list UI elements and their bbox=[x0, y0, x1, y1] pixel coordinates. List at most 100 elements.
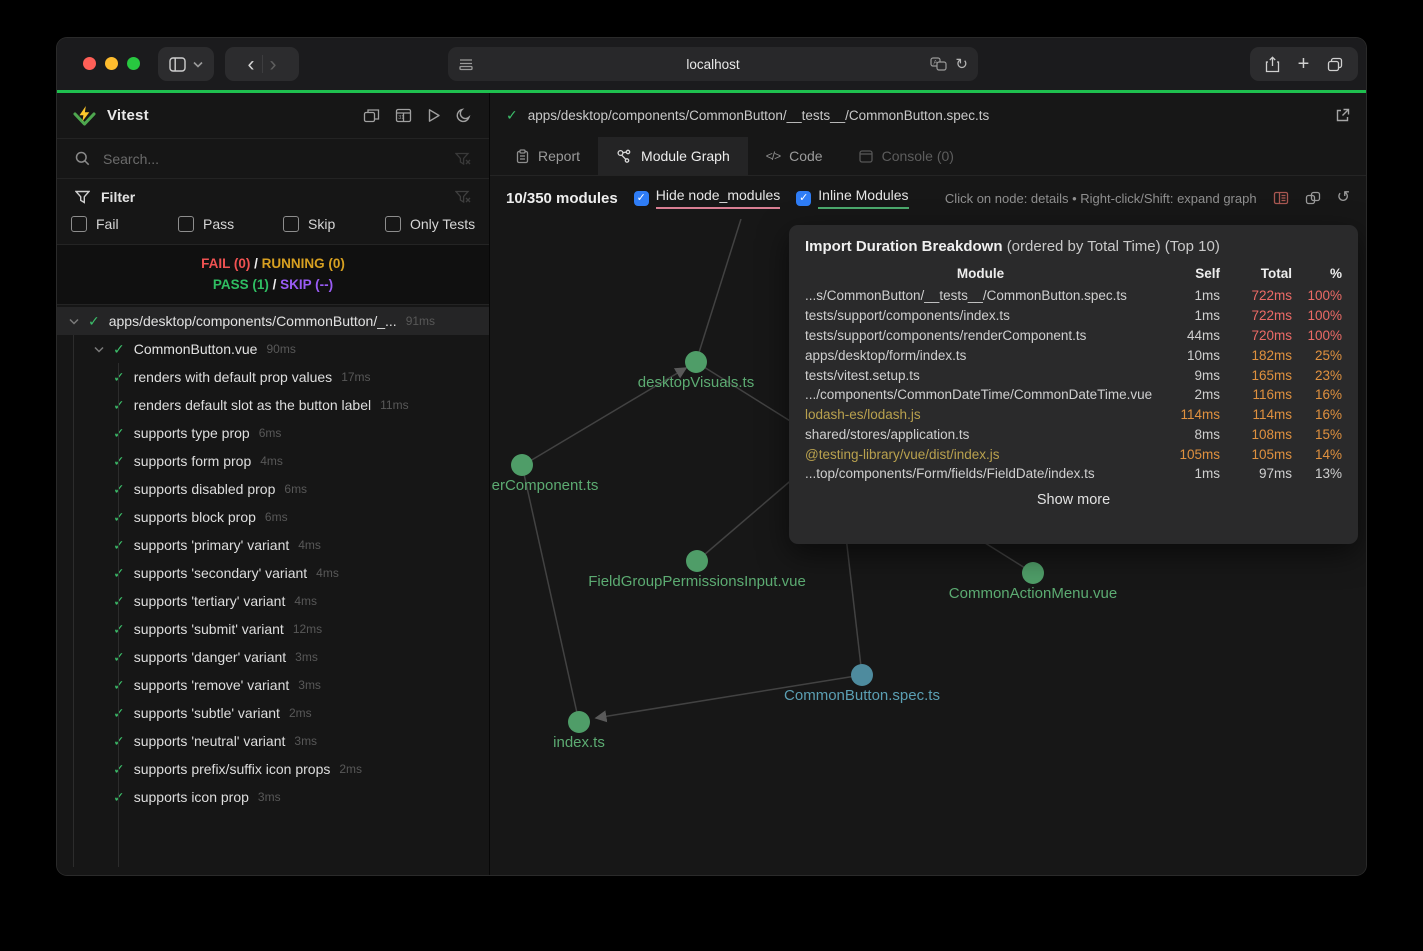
test-row[interactable]: ✓supports 'submit' variant12ms bbox=[57, 615, 489, 643]
module-node[interactable] bbox=[685, 351, 707, 373]
module-duration-row[interactable]: tests/support/components/renderComponent… bbox=[805, 326, 1342, 346]
test-row[interactable]: ✓supports block prop6ms bbox=[57, 503, 489, 531]
test-row[interactable]: ✓supports 'primary' variant4ms bbox=[57, 531, 489, 559]
checkbox-skip-box[interactable] bbox=[283, 216, 299, 232]
checkbox-checked-icon[interactable]: ✓ bbox=[796, 191, 811, 206]
expand-frames-icon[interactable] bbox=[1305, 191, 1321, 205]
checkbox-pass[interactable]: Pass bbox=[178, 216, 283, 232]
test-row[interactable]: ✓supports 'subtle' variant2ms bbox=[57, 699, 489, 727]
checkbox-only-tests[interactable]: Only Tests bbox=[385, 216, 475, 232]
module-node[interactable] bbox=[686, 550, 708, 572]
filter-checkbox-row: Fail Pass Skip Only Tests bbox=[57, 214, 489, 244]
back-button[interactable]: ‹ bbox=[248, 54, 255, 75]
checkbox-checked-icon[interactable]: ✓ bbox=[634, 191, 649, 206]
tab-console[interactable]: Console (0) bbox=[841, 137, 972, 175]
dashboard-icon[interactable]: 31 bbox=[395, 108, 412, 123]
test-row[interactable]: ✓supports icon prop3ms bbox=[57, 783, 489, 811]
module-duration-row[interactable]: .../components/CommonDateTime/CommonDate… bbox=[805, 385, 1342, 405]
test-row[interactable]: ✓renders default slot as the button labe… bbox=[57, 391, 489, 419]
tab-module-graph[interactable]: Module Graph bbox=[598, 137, 748, 175]
legend-icon[interactable] bbox=[1273, 191, 1289, 205]
forward-button[interactable]: › bbox=[270, 54, 277, 75]
module-graph-canvas[interactable]: desktopVisuals.tserComponent.tsFieldGrou… bbox=[490, 219, 1366, 875]
reload-icon[interactable]: ↻ bbox=[955, 55, 968, 73]
test-name: supports disabled prop bbox=[134, 481, 276, 497]
main-panel: ✓ apps/desktop/components/CommonButton/_… bbox=[490, 93, 1366, 875]
run-all-icon[interactable] bbox=[427, 108, 441, 123]
test-row[interactable]: ✓supports disabled prop6ms bbox=[57, 475, 489, 503]
test-row[interactable]: ✓supports 'remove' variant3ms bbox=[57, 671, 489, 699]
test-row[interactable]: ✓supports 'neutral' variant3ms bbox=[57, 727, 489, 755]
percent: 25% bbox=[1292, 345, 1342, 365]
graph-edge bbox=[696, 219, 741, 362]
inline-modules-checkbox[interactable]: ✓ Inline Modules bbox=[796, 187, 908, 209]
test-row[interactable]: ✓supports form prop4ms bbox=[57, 447, 489, 475]
module-duration-row[interactable]: apps/desktop/form/index.ts10ms182ms25% bbox=[805, 345, 1342, 365]
module-duration-row[interactable]: ...s/CommonButton/__tests__/CommonButton… bbox=[805, 286, 1342, 306]
graph-edge bbox=[522, 465, 579, 722]
import-duration-panel: Import Duration Breakdown (ordered by To… bbox=[789, 225, 1358, 544]
checkbox-pass-box[interactable] bbox=[178, 216, 194, 232]
zoom-button[interactable] bbox=[127, 57, 140, 70]
chevron-down-icon[interactable] bbox=[94, 346, 104, 353]
show-more-button[interactable]: Show more bbox=[805, 492, 1342, 508]
test-row[interactable]: ✓supports 'danger' variant3ms bbox=[57, 643, 489, 671]
search-input[interactable] bbox=[101, 150, 444, 168]
share-icon[interactable] bbox=[1265, 56, 1280, 73]
module-node[interactable] bbox=[568, 711, 590, 733]
sidebar-toggle-button[interactable] bbox=[158, 47, 214, 81]
hide-node-modules-checkbox[interactable]: ✓ Hide node_modules bbox=[634, 187, 781, 209]
reader-icon[interactable] bbox=[458, 58, 474, 71]
new-tab-icon[interactable]: + bbox=[1298, 54, 1310, 74]
percent: 100% bbox=[1292, 306, 1342, 326]
modules-count: 10/350 modules bbox=[506, 190, 618, 207]
self-time: 8ms bbox=[1156, 424, 1220, 444]
collapse-windows-icon[interactable] bbox=[363, 108, 380, 123]
module-duration-row[interactable]: @testing-library/vue/dist/index.js105ms1… bbox=[805, 444, 1342, 464]
close-button[interactable] bbox=[83, 57, 96, 70]
tab-code[interactable]: </> Code bbox=[748, 137, 841, 175]
test-file-row[interactable]: ✓ apps/desktop/components/CommonButton/_… bbox=[57, 307, 489, 335]
minimize-button[interactable] bbox=[105, 57, 118, 70]
tabs-overview-icon[interactable] bbox=[1327, 57, 1343, 72]
module-node[interactable] bbox=[1022, 562, 1044, 584]
module-duration-row[interactable]: shared/stores/application.ts8ms108ms15% bbox=[805, 424, 1342, 444]
reset-view-icon[interactable]: ↺ bbox=[1337, 190, 1350, 206]
screenshot-root: { "browser": { "url": "localhost", "traf… bbox=[0, 0, 1423, 951]
total-time: 720ms bbox=[1220, 326, 1292, 346]
checkbox-fail-box[interactable] bbox=[71, 216, 87, 232]
test-row[interactable]: ✓supports prefix/suffix icon props2ms bbox=[57, 755, 489, 783]
graph-hint-text: Click on node: details • Right-click/Shi… bbox=[945, 191, 1257, 206]
total-time: 108ms bbox=[1220, 424, 1292, 444]
total-time: 722ms bbox=[1220, 286, 1292, 306]
url-bar[interactable]: localhost A ↻ bbox=[448, 47, 978, 81]
module-node[interactable] bbox=[511, 454, 533, 476]
open-external-icon[interactable] bbox=[1335, 108, 1350, 123]
chevron-down-icon[interactable] bbox=[69, 318, 79, 325]
test-row[interactable]: ✓supports 'secondary' variant4ms bbox=[57, 559, 489, 587]
checkbox-only-tests-box[interactable] bbox=[385, 216, 401, 232]
test-suite-row[interactable]: ✓ CommonButton.vue 90ms bbox=[57, 335, 489, 363]
traffic-lights bbox=[83, 57, 140, 70]
checkbox-fail[interactable]: Fail bbox=[71, 216, 178, 232]
module-duration-row[interactable]: ...top/components/Form/fields/FieldDate/… bbox=[805, 464, 1342, 484]
dark-mode-icon[interactable] bbox=[456, 108, 471, 123]
translate-icon[interactable]: A bbox=[930, 57, 947, 71]
test-row[interactable]: ✓supports 'tertiary' variant4ms bbox=[57, 587, 489, 615]
test-row[interactable]: ✓supports type prop6ms bbox=[57, 419, 489, 447]
checkbox-skip[interactable]: Skip bbox=[283, 216, 385, 232]
tab-report[interactable]: Report bbox=[498, 137, 598, 175]
module-node[interactable] bbox=[851, 664, 873, 686]
self-time: 114ms bbox=[1156, 405, 1220, 425]
module-duration-row[interactable]: lodash-es/lodash.js114ms114ms16% bbox=[805, 405, 1342, 425]
test-name: supports type prop bbox=[134, 425, 250, 441]
module-graph-icon bbox=[616, 149, 632, 164]
test-name: supports 'primary' variant bbox=[134, 537, 290, 553]
clear-search-filter-icon[interactable] bbox=[455, 152, 471, 166]
module-duration-row[interactable]: tests/vitest.setup.ts9ms165ms23% bbox=[805, 365, 1342, 385]
clear-filter-icon[interactable] bbox=[455, 190, 471, 204]
filter-label: Filter bbox=[101, 189, 135, 205]
test-row[interactable]: ✓renders with default prop values17ms bbox=[57, 363, 489, 391]
module-duration-row[interactable]: tests/support/components/index.ts1ms722m… bbox=[805, 306, 1342, 326]
url-text: localhost bbox=[686, 57, 739, 72]
